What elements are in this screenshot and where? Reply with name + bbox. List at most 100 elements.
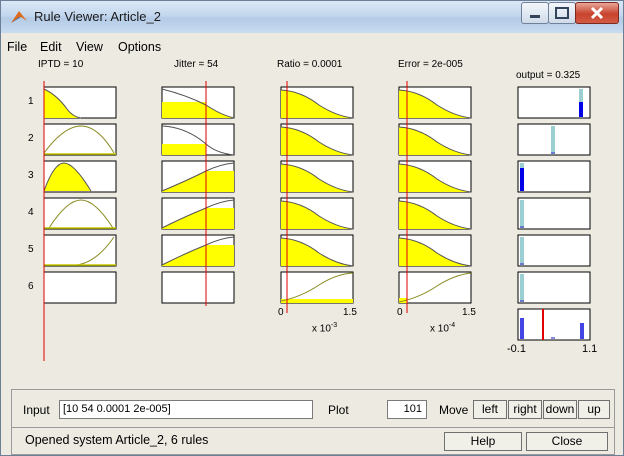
error-axis-max: 1.5 bbox=[462, 307, 476, 318]
mf-cell bbox=[398, 271, 472, 304]
mf-fill bbox=[399, 90, 471, 118]
mf-curve bbox=[280, 272, 354, 302]
rule-number: 6 bbox=[28, 281, 34, 292]
mf-fill bbox=[162, 208, 234, 229]
mf-curve bbox=[280, 126, 354, 156]
output-bar bbox=[579, 102, 583, 117]
mf-cell bbox=[398, 86, 472, 119]
help-button[interactable]: Help bbox=[444, 432, 522, 451]
mf-fill bbox=[281, 90, 353, 118]
mf-fill bbox=[281, 127, 353, 155]
mf-cell bbox=[43, 160, 117, 193]
mf-cell bbox=[398, 123, 472, 156]
input-header-error: Error = 2e-005 bbox=[398, 59, 463, 70]
mf-fill bbox=[162, 102, 234, 118]
error-axis-exponent: x 10-4 bbox=[430, 322, 455, 334]
mf-curve bbox=[280, 237, 354, 267]
rule-number: 1 bbox=[28, 96, 34, 107]
aggregate-bar bbox=[551, 337, 555, 339]
output-cell bbox=[517, 271, 591, 304]
menu-options[interactable]: Options bbox=[118, 40, 161, 54]
mf-fill bbox=[281, 201, 353, 229]
output-bar bbox=[520, 274, 524, 302]
output-cell bbox=[517, 160, 591, 193]
menu-view[interactable]: View bbox=[76, 40, 103, 54]
mf-curve bbox=[161, 236, 235, 266]
output-bar bbox=[579, 89, 583, 117]
output-bar bbox=[551, 152, 555, 154]
output-bar bbox=[520, 237, 524, 265]
output-column bbox=[517, 86, 591, 341]
mf-curve bbox=[161, 199, 235, 229]
menu-file[interactable]: File bbox=[7, 40, 27, 54]
mf-curve bbox=[398, 126, 472, 156]
move-right-button[interactable]: right bbox=[508, 400, 542, 419]
output-header: output = 0.325 bbox=[516, 70, 581, 81]
close-window-button[interactable] bbox=[575, 2, 619, 24]
error-column bbox=[398, 81, 472, 313]
input-field[interactable]: [10 54 0.0001 2e-005] bbox=[59, 400, 313, 419]
output-bar bbox=[520, 163, 524, 191]
mf-cell bbox=[280, 86, 354, 119]
window-title: Rule Viewer: Article_2 bbox=[34, 9, 161, 24]
minimize-button[interactable] bbox=[521, 2, 549, 24]
output-bar bbox=[551, 126, 555, 154]
mf-fill bbox=[399, 201, 471, 229]
rule-number: 2 bbox=[28, 133, 34, 144]
jitter-column bbox=[161, 81, 235, 306]
move-up-button[interactable]: up bbox=[578, 400, 610, 419]
output-bar bbox=[520, 263, 524, 265]
mf-cell bbox=[161, 271, 235, 304]
output-bar bbox=[520, 200, 524, 228]
mf-fill bbox=[44, 89, 81, 118]
output-cell bbox=[517, 123, 591, 156]
mf-cell bbox=[398, 234, 472, 267]
mf-curve bbox=[280, 200, 354, 230]
mf-curve bbox=[75, 236, 115, 266]
maximize-button[interactable] bbox=[548, 2, 576, 24]
mf-curve bbox=[43, 125, 115, 154]
close-icon bbox=[590, 6, 604, 20]
rule-number: 3 bbox=[28, 170, 34, 181]
mf-fill bbox=[281, 238, 353, 266]
mf-curve bbox=[43, 162, 92, 192]
mf-curve bbox=[398, 89, 472, 119]
mf-fill bbox=[281, 164, 353, 192]
mf-fill bbox=[162, 245, 234, 266]
close-button[interactable]: Close bbox=[526, 432, 608, 451]
rule-number: 4 bbox=[28, 207, 34, 218]
ratio-column bbox=[280, 81, 354, 313]
output-bar bbox=[520, 226, 524, 228]
matlab-icon bbox=[11, 11, 27, 23]
input-header-ratio: Ratio = 0.0001 bbox=[277, 59, 343, 70]
output-bar bbox=[520, 168, 524, 191]
mf-curve bbox=[280, 89, 354, 119]
plot-points-field[interactable]: 101 bbox=[387, 400, 427, 419]
minimize-icon bbox=[530, 15, 540, 18]
input-header-jitter: Jitter = 54 bbox=[174, 59, 219, 70]
plot-label: Plot bbox=[328, 403, 349, 417]
aggregate-bar bbox=[520, 318, 524, 339]
mf-curve bbox=[161, 88, 235, 119]
aggregate-bar bbox=[580, 323, 584, 339]
rule-number: 5 bbox=[28, 244, 34, 255]
mf-cell bbox=[280, 123, 354, 156]
mf-cell bbox=[43, 197, 117, 230]
maximize-icon bbox=[555, 7, 569, 19]
move-down-button[interactable]: down bbox=[543, 400, 577, 419]
mf-curve bbox=[398, 272, 472, 303]
error-exp-base: x 10 bbox=[430, 323, 449, 335]
mf-curve bbox=[161, 162, 235, 192]
menu-edit[interactable]: Edit bbox=[40, 40, 62, 54]
mf-fill bbox=[399, 127, 471, 155]
mf-curve bbox=[398, 200, 472, 230]
mf-cell bbox=[280, 271, 354, 304]
output-axis-max: 1.1 bbox=[582, 343, 598, 355]
menu-bar: File Edit View Options bbox=[1, 40, 623, 56]
ratio-axis-min: 0 bbox=[278, 307, 284, 318]
move-left-button[interactable]: left bbox=[473, 400, 507, 419]
mf-fill bbox=[399, 298, 407, 303]
mf-cell bbox=[161, 197, 235, 230]
error-exp: -4 bbox=[448, 322, 456, 329]
mf-fill bbox=[399, 238, 471, 266]
